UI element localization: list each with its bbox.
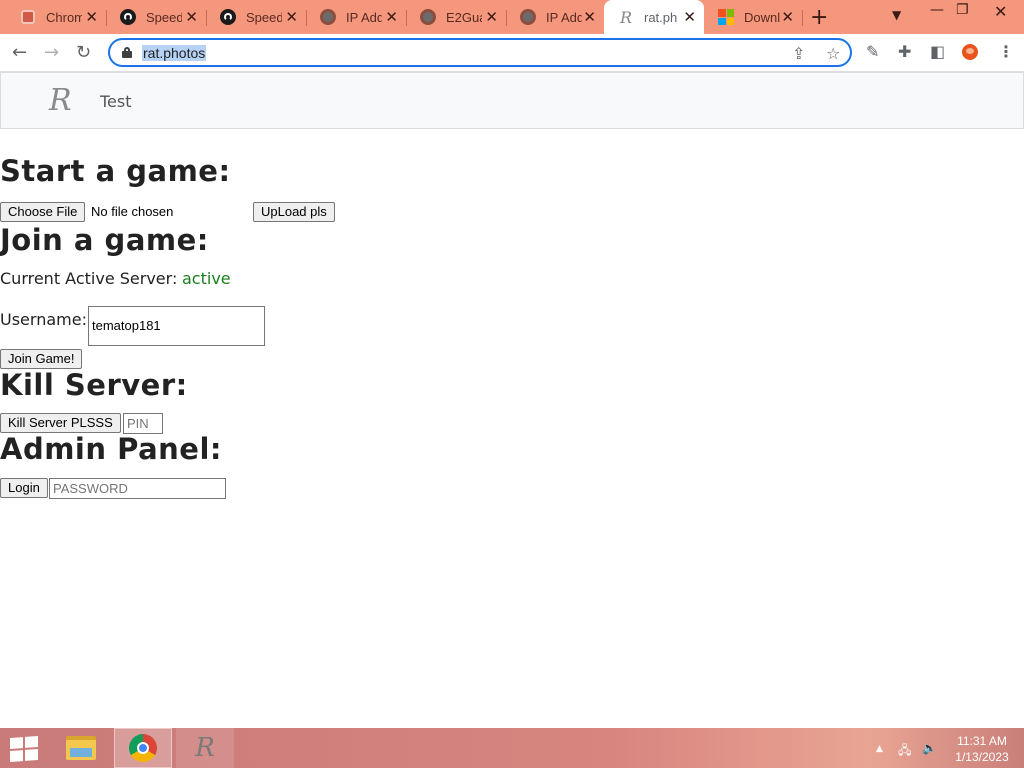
volume-icon[interactable]: 🔈 <box>922 741 937 755</box>
tab-rat-photos[interactable]: R rat.ph ✕ <box>604 0 704 34</box>
close-icon[interactable]: ✕ <box>485 8 498 26</box>
rat-app-icon[interactable]: R <box>176 728 234 768</box>
forward-arrow-icon[interactable]: → <box>44 42 59 63</box>
tab-title: IP Add <box>346 9 382 25</box>
close-icon[interactable]: ✕ <box>683 8 696 26</box>
new-tab-plus-icon[interactable]: + <box>810 5 828 30</box>
tab-title: E2Gua <box>446 9 482 25</box>
globe-icon <box>520 9 536 25</box>
microsoft-icon <box>718 9 734 25</box>
username-label: Username: <box>0 310 87 329</box>
choose-file-button[interactable]: Choose File <box>0 202 86 222</box>
extensions-puzzle-icon[interactable]: ✚ <box>898 42 911 61</box>
tab-title: Downl <box>744 9 780 25</box>
restore-icon[interactable]: ❐ <box>956 2 969 18</box>
start-game-heading: Start a game: <box>0 154 231 188</box>
back-arrow-icon[interactable]: ← <box>12 42 27 63</box>
menu-kebab-icon[interactable]: ⋮ <box>998 42 1014 61</box>
windows-taskbar: R ▲ 🖧 🔈 11:31 AM 1/13/2023 <box>0 728 1024 768</box>
globe-icon <box>420 9 436 25</box>
rat-logo-icon[interactable]: R <box>49 83 72 118</box>
brand-text[interactable]: Test <box>100 92 132 111</box>
tab-e2guardian[interactable]: E2Gua ✕ <box>406 4 506 30</box>
kill-server-heading: Kill Server: <box>0 368 188 402</box>
chrome-icon[interactable] <box>114 728 172 768</box>
clock-date: 1/13/2023 <box>955 750 1009 764</box>
site-navbar: R Test <box>0 72 1024 129</box>
globe-icon <box>320 9 336 25</box>
chrome-icon <box>20 9 36 25</box>
tab-chrome[interactable]: Chrom ✕ <box>6 4 106 30</box>
speedtest-icon <box>220 9 236 25</box>
clock-time: 11:31 AM <box>957 734 1007 748</box>
server-label: Current Active Server: <box>0 269 178 288</box>
tab-speed-1[interactable]: Speed ✕ <box>106 4 206 30</box>
tab-title: Chrom <box>46 9 82 25</box>
windows-start-icon[interactable] <box>10 736 38 762</box>
file-explorer-icon[interactable] <box>52 728 110 768</box>
page-content: Start a game: Choose File No file chosen… <box>0 130 1024 728</box>
tab-title: rat.ph <box>644 9 678 25</box>
join-game-heading: Join a game: <box>0 223 209 257</box>
rat-logo-icon: R <box>619 7 633 27</box>
share-icon[interactable]: ⇪ <box>792 44 805 63</box>
close-icon[interactable]: ✕ <box>285 8 298 26</box>
tab-search-chevron-icon[interactable]: ▼ <box>892 8 901 22</box>
window-close-icon[interactable]: ✕ <box>994 2 1007 21</box>
pin-input[interactable]: PIN <box>123 413 163 434</box>
tab-download[interactable]: Downl ✕ <box>704 4 802 30</box>
admin-panel-heading: Admin Panel: <box>0 432 222 466</box>
url-text[interactable]: rat.photos <box>142 45 207 61</box>
address-bar[interactable]: rat.photos ⇪ ☆ <box>108 38 852 67</box>
join-game-button[interactable]: Join Game! <box>0 349 83 369</box>
close-icon[interactable]: ✕ <box>781 8 794 26</box>
profile-avatar[interactable] <box>962 44 978 60</box>
network-icon[interactable]: 🖧 <box>898 741 911 762</box>
tab-title: Speed <box>246 9 282 25</box>
speedtest-icon <box>120 9 136 25</box>
taskbar-clock[interactable]: 11:31 AM 1/13/2023 <box>952 733 1012 765</box>
no-file-chosen-text: No file chosen <box>91 204 174 219</box>
close-icon[interactable]: ✕ <box>385 8 398 26</box>
side-panel-icon[interactable]: ◧ <box>930 42 945 61</box>
minimize-icon[interactable]: — <box>930 2 944 18</box>
bookmark-star-icon[interactable]: ☆ <box>826 44 840 63</box>
tab-ip-address-2[interactable]: IP Add ✕ <box>506 4 604 30</box>
browser-toolbar: ← → ↻ rat.photos ⇪ ☆ ✎ ✚ ◧ ⋮ <box>0 34 1024 72</box>
password-input[interactable]: PASSWORD <box>49 478 226 499</box>
close-icon[interactable]: ✕ <box>583 8 596 26</box>
tab-speed-2[interactable]: Speed ✕ <box>206 4 306 30</box>
eyedropper-icon[interactable]: ✎ <box>866 42 879 61</box>
tab-title: IP Add <box>546 9 582 25</box>
tab-title: Speed <box>146 9 182 25</box>
kill-server-button[interactable]: Kill Server PLSSS <box>0 413 121 433</box>
tab-ip-address-1[interactable]: IP Add ✕ <box>306 4 406 30</box>
close-icon[interactable]: ✕ <box>185 8 198 26</box>
login-button[interactable]: Login <box>0 478 48 498</box>
tray-chevron-icon[interactable]: ▲ <box>876 744 883 754</box>
username-input[interactable]: tematop181 <box>88 306 265 346</box>
lock-icon <box>122 47 132 58</box>
reload-icon[interactable]: ↻ <box>76 42 91 63</box>
browser-tabstrip: Chrom ✕ Speed ✕ Speed ✕ IP Add ✕ E2Gua ✕… <box>0 0 1024 34</box>
upload-button[interactable]: UpLoad pls <box>253 202 335 222</box>
server-status: active <box>182 269 231 288</box>
close-icon[interactable]: ✕ <box>85 8 98 26</box>
